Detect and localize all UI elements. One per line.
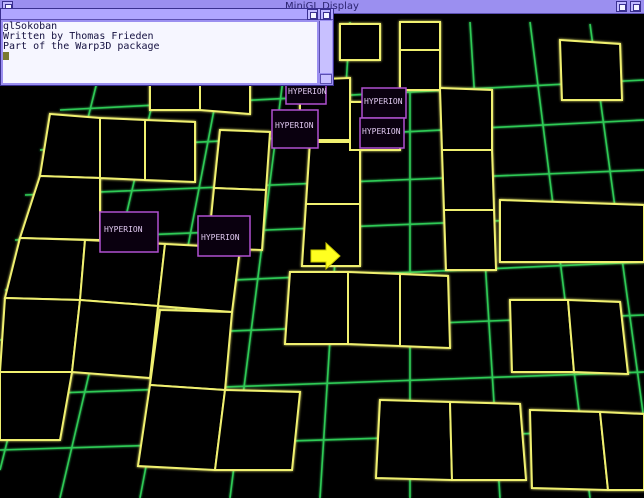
box-5: HYPERION (361, 87, 407, 119)
minigl-display-window: MiniGL Display HYPERION HYPERION HYPERIO… (0, 0, 644, 498)
console-scrollbar[interactable] (319, 21, 332, 73)
depth-icon (310, 12, 317, 19)
box-label: HYPERION (362, 127, 401, 136)
zoom-button[interactable] (630, 1, 641, 12)
text-cursor (3, 52, 9, 60)
shell-console-window[interactable]: glSokoban Written by Thomas Frieden Part… (0, 8, 334, 86)
console-zoom-button[interactable] (320, 9, 331, 20)
box-3: HYPERION (271, 109, 319, 149)
box-2: HYPERION (197, 215, 251, 257)
depth-icon (619, 4, 626, 11)
console-depth-button[interactable] (307, 9, 318, 20)
zoom-icon (323, 12, 330, 19)
zoom-icon (633, 4, 640, 11)
box-label: HYPERION (288, 87, 327, 96)
console-output[interactable]: glSokoban Written by Thomas Frieden Part… (3, 22, 317, 83)
box-label: HYPERION (275, 121, 314, 130)
box-1: HYPERION (99, 211, 159, 253)
box-label: HYPERION (104, 225, 143, 234)
depth-button[interactable] (616, 1, 627, 12)
game-viewport[interactable]: HYPERION HYPERION HYPERION HYPERION HYPE… (0, 14, 644, 498)
box-label: HYPERION (201, 233, 240, 242)
box-label: HYPERION (364, 97, 403, 106)
console-prompt[interactable] (3, 52, 317, 62)
console-line-3: Part of the Warp3D package (3, 41, 160, 52)
box-6: HYPERION (359, 117, 405, 149)
console-resize-gadget[interactable] (320, 74, 332, 84)
console-title-bar[interactable] (1, 9, 333, 20)
